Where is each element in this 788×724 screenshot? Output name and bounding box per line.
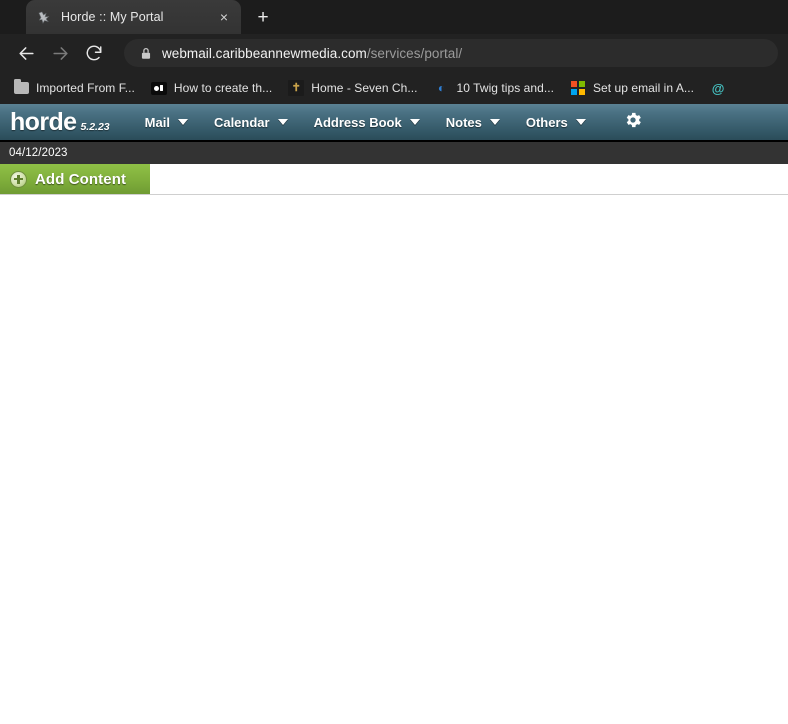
seven-figure-icon: ✝ [288,80,305,96]
forward-button[interactable] [46,39,74,67]
back-button[interactable] [12,39,40,67]
menu-item-mail[interactable]: Mail [132,104,201,140]
horde-top-navigation: horde 5.2.23 Mail Calendar Address Book … [0,104,788,142]
menu-label: Notes [445,114,482,130]
bookmark-imported-from-f[interactable]: Imported From F... [9,76,142,100]
bookmark-home-seven-ch[interactable]: ✝ Home - Seven Ch... [284,76,424,100]
bookmark-how-to-create[interactable]: How to create th... [147,76,279,100]
horde-logo[interactable]: horde 5.2.23 [10,107,110,136]
bookmark-set-up-email[interactable]: Set up email in A... [566,76,701,100]
browser-chrome: Horde :: My Portal × + webmail.caribbean… [0,0,788,104]
menu-item-address-book[interactable]: Address Book [301,104,433,140]
menu-label: Address Book [313,114,402,130]
twig-blue-icon: ◐ [437,81,446,95]
menu-item-notes[interactable]: Notes [433,104,513,140]
add-content-label: Add Content [35,170,127,188]
horde-version: 5.2.23 [80,120,110,133]
chevron-down-icon [277,119,288,125]
bookmark-label: 10 Twig tips and... [456,81,554,95]
tab-strip: Horde :: My Portal × + [0,0,788,34]
plus-circle-icon [10,170,27,188]
horde-menu: Mail Calendar Address Book Notes Others [132,104,653,140]
bookmark-label: Imported From F... [36,81,135,95]
horde-portal-page: horde 5.2.23 Mail Calendar Address Book … [0,104,788,724]
black-dots-icon [150,80,167,96]
new-tab-button[interactable]: + [249,3,277,31]
portal-content-area [0,195,788,724]
chevron-down-icon [489,119,500,125]
current-date: 04/12/2023 [9,147,68,159]
bookmark-10-twig-tips[interactable]: ◐ 10 Twig tips and... [430,76,561,100]
microsoft-logo-icon [570,80,586,96]
reload-button[interactable] [80,39,108,67]
browser-tab-active[interactable]: Horde :: My Portal × [26,0,241,34]
url-path: /services/portal/ [366,45,463,61]
gear-icon [623,110,643,135]
bookmark-label: Set up email in A... [593,81,695,95]
menu-label: Others [525,114,568,130]
menu-label: Calendar [213,114,270,130]
chevron-down-icon [409,119,420,125]
horde-date-bar: 04/12/2023 [0,142,788,164]
bookmark-label: Home - Seven Ch... [311,81,418,95]
menu-label: Mail [144,114,170,130]
chevron-down-icon [177,119,188,125]
settings-button[interactable] [613,104,653,140]
horde-favicon-icon [36,9,52,25]
chevron-down-icon [575,119,586,125]
bookmarks-bar: Imported From F... How to create th... ✝… [0,72,788,104]
horde-logo-word: horde [10,107,77,136]
close-icon[interactable]: × [215,8,233,26]
menu-item-calendar[interactable]: Calendar [201,104,301,140]
url-domain: webmail.caribbeannewmedia.com [162,45,367,61]
bookmark-overflow-partial[interactable]: @ [706,76,740,100]
address-text: webmail.caribbeannewmedia.com/services/p… [162,46,462,61]
lock-icon [140,47,152,60]
tab-title: Horde :: My Portal [61,10,164,24]
address-bar[interactable]: webmail.caribbeannewmedia.com/services/p… [124,39,778,67]
browser-toolbar: webmail.caribbeannewmedia.com/services/p… [0,34,788,72]
portal-toolbar: Add Content [0,164,788,195]
teal-g-icon: @ [711,80,725,96]
menu-item-others[interactable]: Others [513,104,599,140]
portal-toolbar-empty [150,164,788,194]
bookmark-label: How to create th... [173,81,273,95]
folder-icon [13,79,29,96]
add-content-button[interactable]: Add Content [0,164,150,194]
